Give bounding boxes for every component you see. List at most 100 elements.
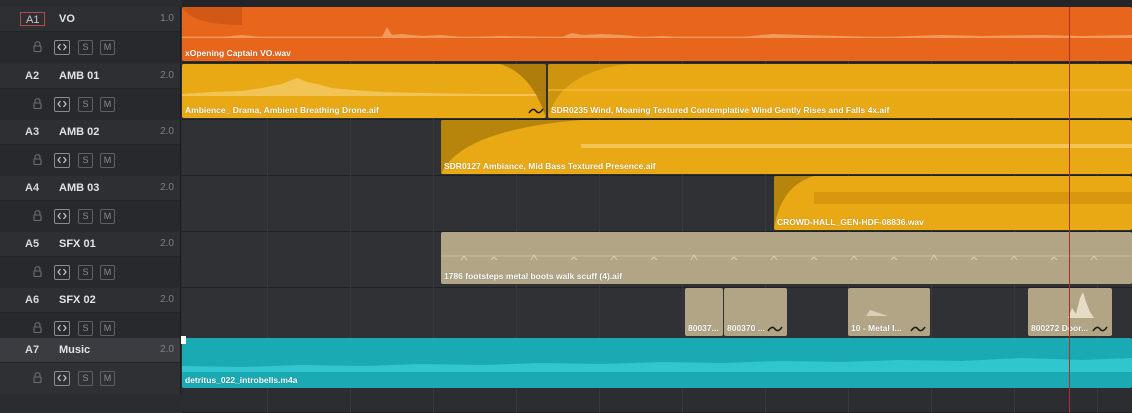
audio-clip-vo[interactable]: xOpening Captain VO.wav xyxy=(182,7,1132,61)
audio-clip-amb03[interactable]: CROWD-HALL_GEN-HDF-08836.wav xyxy=(774,176,1132,230)
track-header-a3[interactable]: A3 AMB 02 2.0 S M xyxy=(0,120,181,176)
crossfade-icon[interactable] xyxy=(528,106,544,116)
mute-button[interactable]: M xyxy=(100,97,115,112)
track-controls: S M xyxy=(0,144,180,176)
track-name[interactable]: AMB 03 xyxy=(59,181,99,195)
track-title-row: A3 AMB 02 2.0 xyxy=(0,120,180,144)
track-name[interactable]: AMB 02 xyxy=(59,125,99,139)
track-name[interactable]: Music xyxy=(59,343,90,357)
solo-button[interactable]: S xyxy=(78,40,93,55)
crossfade-icon[interactable] xyxy=(910,324,926,334)
track-header-a7[interactable]: A7 Music 2.0 S M xyxy=(0,338,181,394)
track-id: A7 xyxy=(25,344,40,356)
track-title-row: A7 Music 2.0 xyxy=(0,338,180,362)
clip-name: 1786 footsteps metal boots walk scuff (4… xyxy=(444,271,623,281)
clip-name: CROWD-HALL_GEN-HDF-08836.wav xyxy=(777,217,924,227)
track-header-a6[interactable]: A6 SFX 02 2.0 S M xyxy=(0,288,181,344)
solo-button[interactable]: S xyxy=(78,321,93,336)
crossfade-icon[interactable] xyxy=(1092,324,1108,334)
track-name[interactable]: VO xyxy=(59,12,75,26)
waveform xyxy=(182,358,1132,372)
track-level: 2.0 xyxy=(160,182,174,193)
input-monitor-icon[interactable] xyxy=(54,97,70,112)
track-controls: S M xyxy=(0,31,180,63)
lock-icon[interactable] xyxy=(31,371,43,386)
solo-button[interactable]: S xyxy=(78,371,93,386)
track-header-a4[interactable]: A4 AMB 03 2.0 S M xyxy=(0,176,181,232)
track-header-a1[interactable]: A1 VO 1.0 S M xyxy=(0,7,181,63)
input-monitor-icon[interactable] xyxy=(54,265,70,280)
track-controls: S M xyxy=(0,362,180,394)
timeline-area[interactable]: xOpening Captain VO.wav Ambience_ Drama,… xyxy=(182,7,1132,413)
lock-icon[interactable] xyxy=(31,153,43,168)
solo-button[interactable]: S xyxy=(78,209,93,224)
track-name[interactable]: SFX 02 xyxy=(59,293,96,307)
audio-clip-sfx02-d[interactable]: 800272 Door... xyxy=(1028,288,1112,336)
track-id: A5 xyxy=(25,238,40,250)
clip-name: detritus_022_introbells.m4a xyxy=(185,375,298,385)
track-level: 2.0 xyxy=(160,294,174,305)
solo-button[interactable]: S xyxy=(78,265,93,280)
track-controls: S M xyxy=(0,88,180,120)
mute-button[interactable]: M xyxy=(100,371,115,386)
input-monitor-icon[interactable] xyxy=(54,371,70,386)
clip-name: SDR0127 Ambiance, Mid Bass Textured Pres… xyxy=(444,161,656,171)
clip-start-marker xyxy=(181,336,186,344)
input-monitor-icon[interactable] xyxy=(54,209,70,224)
track-title-row: A5 SFX 01 2.0 xyxy=(0,232,180,256)
track-title-row: A4 AMB 03 2.0 xyxy=(0,176,180,200)
audio-clip-amb02[interactable]: SDR0127 Ambiance, Mid Bass Textured Pres… xyxy=(441,120,1132,174)
audio-clip-amb01-a[interactable]: Ambience_ Drama, Ambient Breathing Drone… xyxy=(182,64,546,118)
solo-button[interactable]: S xyxy=(78,153,93,168)
track-name[interactable]: AMB 01 xyxy=(59,69,99,83)
lock-icon[interactable] xyxy=(31,209,43,224)
audio-clip-sfx02-a[interactable]: 80037... xyxy=(685,288,723,336)
lock-icon[interactable] xyxy=(31,40,43,55)
track-level: 2.0 xyxy=(160,344,174,355)
fairlight-timeline: A1 VO 1.0 S M A2 AMB 01 2.0 S M A3 AMB 0… xyxy=(0,0,1132,413)
lock-icon[interactable] xyxy=(31,321,43,336)
mute-button[interactable]: M xyxy=(100,209,115,224)
track-headers: A1 VO 1.0 S M A2 AMB 01 2.0 S M A3 AMB 0… xyxy=(0,7,181,413)
lock-icon[interactable] xyxy=(31,265,43,280)
clip-name: xOpening Captain VO.wav xyxy=(185,48,291,58)
track-name[interactable]: SFX 01 xyxy=(59,237,96,251)
track-header-a2[interactable]: A2 AMB 01 2.0 S M xyxy=(0,64,181,120)
track-controls: S M xyxy=(0,256,180,288)
mute-button[interactable]: M xyxy=(100,321,115,336)
waveform xyxy=(182,27,1132,38)
clip-name: 10 - Metal I... xyxy=(851,323,902,333)
track-level: 1.0 xyxy=(160,13,174,24)
track-level: 2.0 xyxy=(160,70,174,81)
input-monitor-icon[interactable] xyxy=(54,153,70,168)
solo-button[interactable]: S xyxy=(78,97,93,112)
mute-button[interactable]: M xyxy=(100,40,115,55)
clip-name: 800370 ... xyxy=(727,323,765,333)
lock-icon[interactable] xyxy=(31,97,43,112)
track-level: 2.0 xyxy=(160,126,174,137)
track-id: A4 xyxy=(25,182,40,194)
track-title-row: A6 SFX 02 2.0 xyxy=(0,288,180,312)
track-id: A2 xyxy=(25,70,40,82)
audio-clip-sfx02-b[interactable]: 800370 ... xyxy=(724,288,787,336)
mute-button[interactable]: M xyxy=(100,153,115,168)
crossfade-icon[interactable] xyxy=(767,324,783,334)
audio-clip-sfx02-c[interactable]: 10 - Metal I... xyxy=(848,288,930,336)
track-header-a5[interactable]: A5 SFX 01 2.0 S M xyxy=(0,232,181,288)
track-title-row: A1 VO 1.0 xyxy=(0,7,180,31)
track-lane-a6[interactable] xyxy=(182,288,1132,344)
track-id: A1 xyxy=(20,12,46,26)
clip-name: Ambience_ Drama, Ambient Breathing Drone… xyxy=(185,105,379,115)
fade-in-handle[interactable] xyxy=(182,7,242,27)
audio-clip-music[interactable]: detritus_022_introbells.m4a xyxy=(182,338,1132,388)
track-id: A6 xyxy=(25,294,40,306)
audio-clip-sfx01[interactable]: 1786 footsteps metal boots walk scuff (4… xyxy=(441,232,1132,284)
playhead[interactable] xyxy=(1069,7,1070,413)
mute-button[interactable]: M xyxy=(100,265,115,280)
track-title-row: A2 AMB 01 2.0 xyxy=(0,64,180,88)
track-controls: S M xyxy=(0,200,180,232)
timeline-ruler[interactable] xyxy=(182,0,1132,7)
audio-clip-amb01-b[interactable]: SDR0235 Wind, Moaning Textured Contempla… xyxy=(548,64,1132,118)
input-monitor-icon[interactable] xyxy=(54,40,70,55)
input-monitor-icon[interactable] xyxy=(54,321,70,336)
